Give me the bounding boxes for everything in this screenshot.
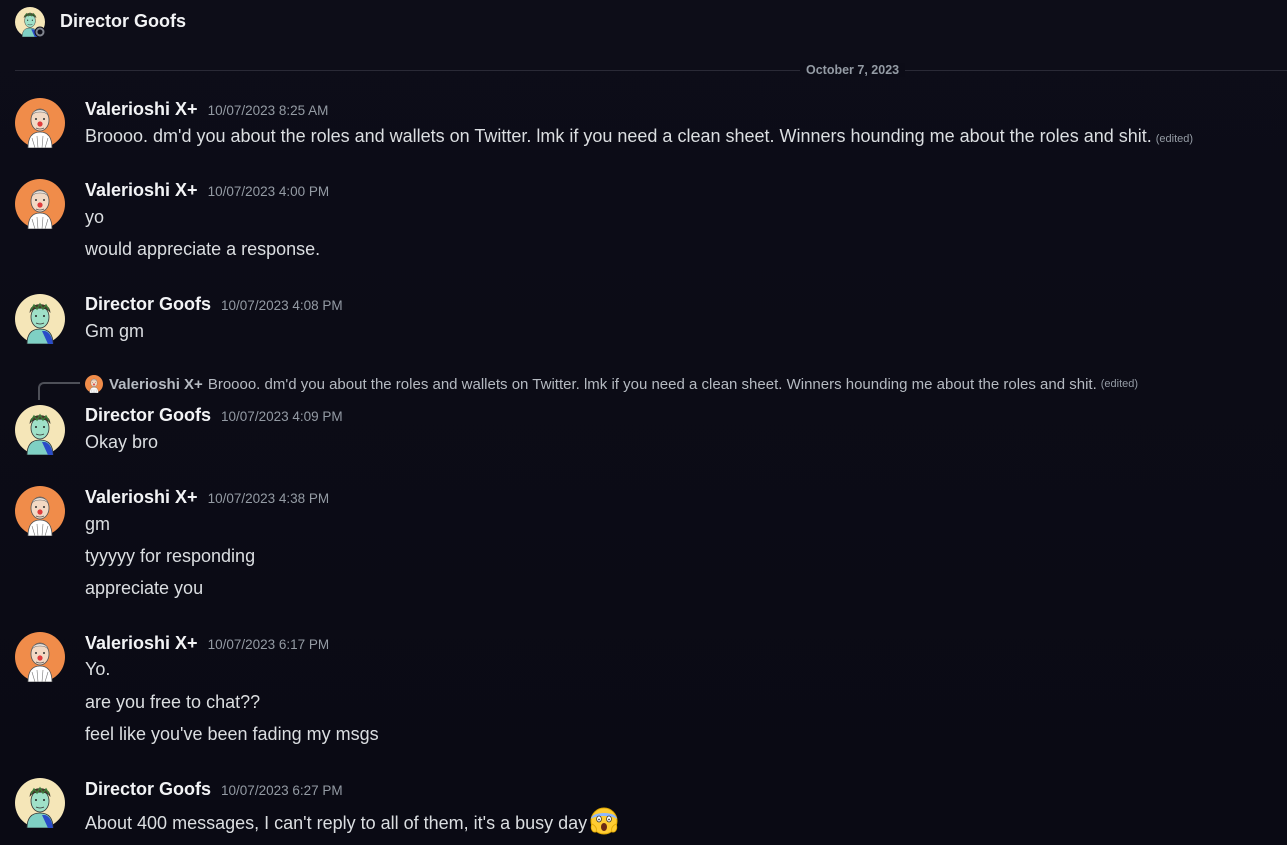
message-header: Director Goofs 10/07/2023 4:09 PM [85,405,343,426]
message-line: tyyyyy for responding [85,546,256,566]
author-name[interactable]: Director Goofs [85,294,211,315]
message-timestamp: 10/07/2023 4:08 PM [221,298,343,313]
avatar-valerioshi[interactable] [15,632,65,682]
message-header: Director Goofs 10/07/2023 4:08 PM [85,294,343,315]
message-timestamp: 10/07/2023 6:27 PM [221,783,343,798]
message-line: About 400 messages, I can't reply to all… [85,813,588,833]
avatar-valerioshi[interactable] [15,486,65,536]
avatar-valerioshi[interactable] [15,98,65,148]
reply-avatar-valerioshi [85,375,103,393]
message-timestamp: 10/07/2023 4:00 PM [207,184,330,199]
date-divider-label: October 7, 2023 [800,63,906,77]
reply-connector [38,382,80,400]
message-line: gm [85,514,111,534]
reply-edited-label: (edited) [1100,378,1139,390]
dm-header: Director Goofs [0,0,1287,48]
author-name[interactable]: Valerioshi X+ [85,99,198,120]
reply-text[interactable]: Broooo. dm'd you about the roles and wal… [208,376,1097,393]
message-timestamp: 10/07/2023 4:38 PM [207,491,330,506]
message-text: Broooo. dm'd you about the roles and wal… [85,126,1193,147]
message-timestamp: 10/07/2023 6:17 PM [207,637,330,652]
message-text: About 400 messages, I can't reply to all… [85,806,619,836]
avatar-valerioshi[interactable] [15,179,65,229]
avatar-director-goofs[interactable] [15,294,65,344]
message-header: Valerioshi X+ 10/07/2023 6:17 PM [85,633,329,654]
avatar-director-goofs[interactable] [15,778,65,828]
message-line: would appreciate a response. [85,239,321,259]
date-divider [15,70,1287,71]
dm-title: Director Goofs [60,11,187,31]
message-header: Valerioshi X+ 10/07/2023 4:00 PM [85,180,329,201]
message-timestamp: 10/07/2023 8:25 AM [207,103,329,118]
message-line: yo [85,207,105,227]
message-header: Director Goofs 10/07/2023 6:27 PM [85,779,343,800]
scream-emoji-icon [590,807,618,835]
reply-author[interactable]: Valerioshi X+ [109,376,203,393]
author-name[interactable]: Director Goofs [85,779,211,800]
avatar-director-goofs[interactable] [15,405,65,455]
message-line: Okay bro [85,432,159,452]
author-name[interactable]: Valerioshi X+ [85,633,198,654]
header-avatar[interactable] [15,7,45,37]
reply-preview[interactable]: Valerioshi X+ Broooo. dm'd you about the… [85,374,1138,394]
message-line: are you free to chat?? [85,692,261,712]
message-timestamp: 10/07/2023 4:09 PM [221,409,343,424]
message-header: Valerioshi X+ 10/07/2023 8:25 AM [85,99,328,120]
message-header: Valerioshi X+ 10/07/2023 4:38 PM [85,487,329,508]
message-line: Broooo. dm'd you about the roles and wal… [85,126,1152,146]
edited-label: (edited) [1155,133,1194,145]
author-name[interactable]: Director Goofs [85,405,211,426]
message-line: Gm gm [85,321,145,341]
message-line: feel like you've been fading my msgs [85,724,379,744]
author-name[interactable]: Valerioshi X+ [85,180,198,201]
author-name[interactable]: Valerioshi X+ [85,487,198,508]
dm-window: Director Goofs October 7, 2023 Valeriosh… [0,0,1287,845]
message-line: Yo. [85,659,111,679]
message-line: appreciate you [85,578,204,598]
